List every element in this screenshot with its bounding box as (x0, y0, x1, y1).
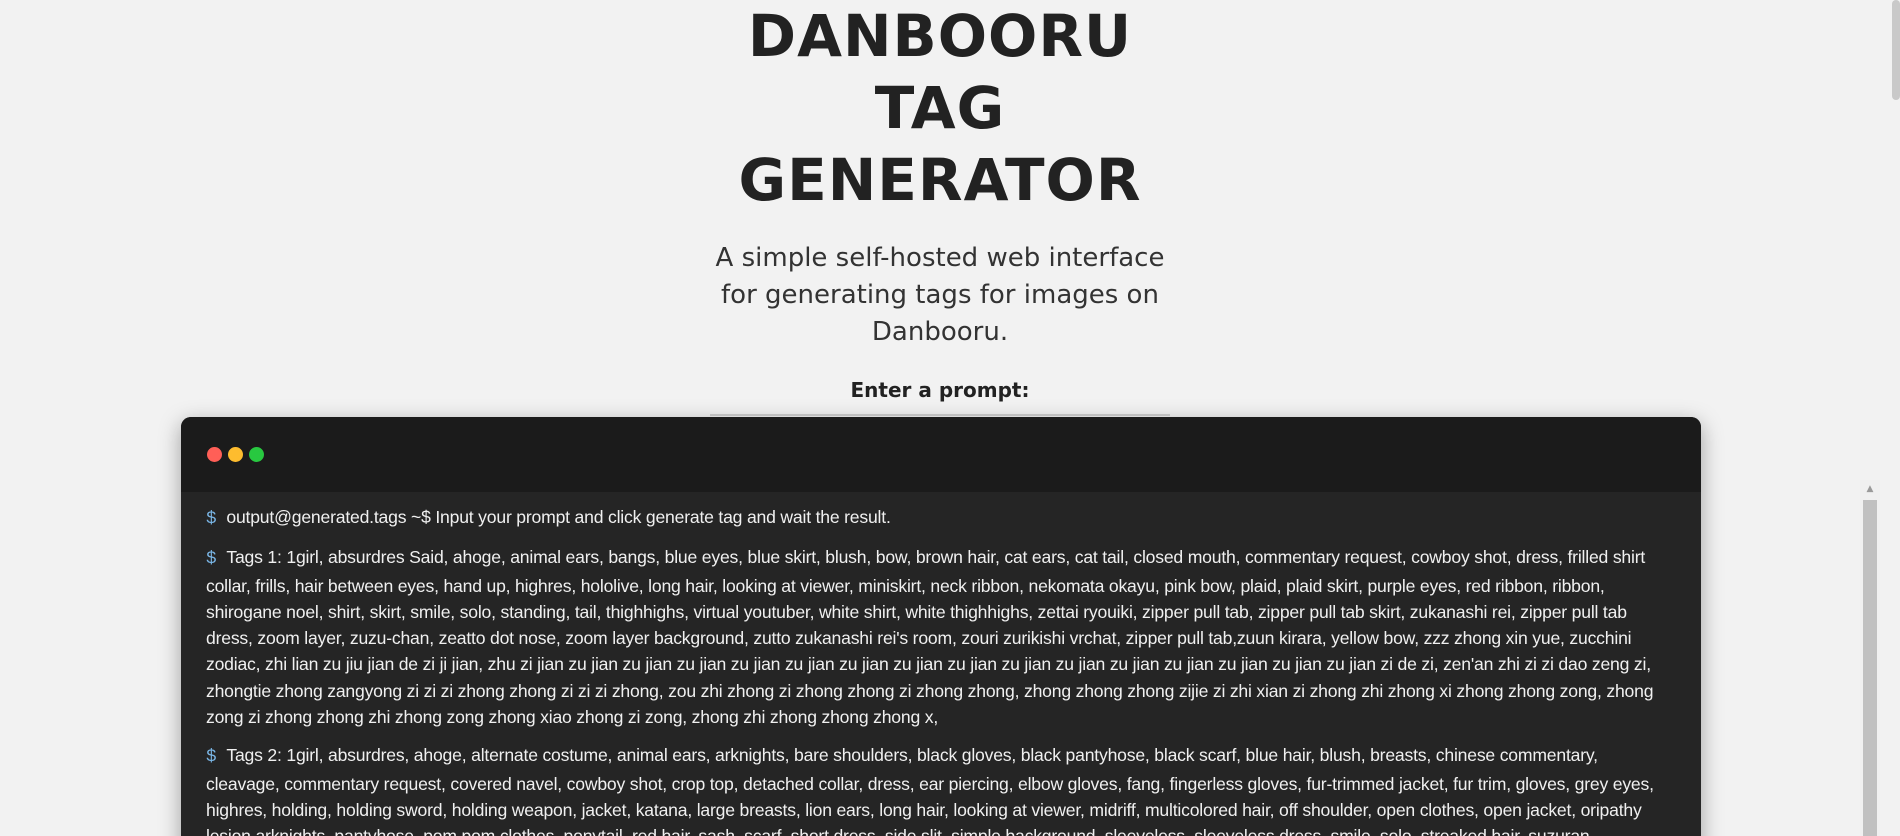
maximize-window-dot (249, 447, 264, 462)
prompt-label: Enter a prompt: (850, 378, 1030, 402)
subtitle-line: A simple self-hosted web interface (715, 243, 1165, 273)
prompt-symbol: $ (206, 509, 217, 529)
close-window-dot (207, 447, 222, 462)
terminal-line-text: Tags 1: 1girl, absurdres Said, ahoge, an… (206, 547, 1654, 728)
prompt-input[interactable] (710, 414, 1170, 416)
page-title: DANBOORU TAG GENERATOR (0, 0, 1880, 216)
terminal-line-text: Tags 2: 1girl, absurdres, ahoge, alterna… (206, 745, 1654, 836)
page: DANBOORU TAG GENERATOR A simple self-hos… (0, 0, 1900, 836)
scrollbar-thumb[interactable] (1863, 500, 1877, 836)
prompt-symbol: $ (206, 747, 217, 768)
title-line: DANBOORU (747, 2, 1133, 70)
terminal-scrollbar[interactable]: ▲ (1860, 480, 1880, 836)
title-line: TAG (874, 74, 1006, 142)
subtitle-line: for generating tags for images on (721, 280, 1159, 310)
page-subtitle: A simple self-hosted web interface for g… (0, 240, 1880, 351)
minimize-window-dot (228, 447, 243, 462)
scroll-up-arrow-icon[interactable]: ▲ (1860, 480, 1880, 498)
title-line: GENERATOR (738, 146, 1142, 214)
page-scrollbar[interactable] (1892, 0, 1900, 100)
terminal-line: $ Tags 1: 1girl, absurdres Said, ahoge, a… (206, 544, 1659, 730)
terminal-line: $ Tags 2: 1girl, absurdres, ahoge, altern… (206, 742, 1659, 836)
terminal-line-text: output@generated.tags ~$ Input your prom… (226, 507, 891, 527)
terminal-header (181, 417, 1701, 492)
subtitle-line: Danbooru. (871, 317, 1009, 347)
prompt-symbol: $ (206, 549, 217, 570)
terminal-output: $ output@generated.tags ~$ Input your pro… (181, 492, 1679, 836)
terminal-line: $ output@generated.tags ~$ Input your pro… (206, 504, 1659, 532)
output-terminal: $ output@generated.tags ~$ Input your pro… (181, 417, 1701, 836)
